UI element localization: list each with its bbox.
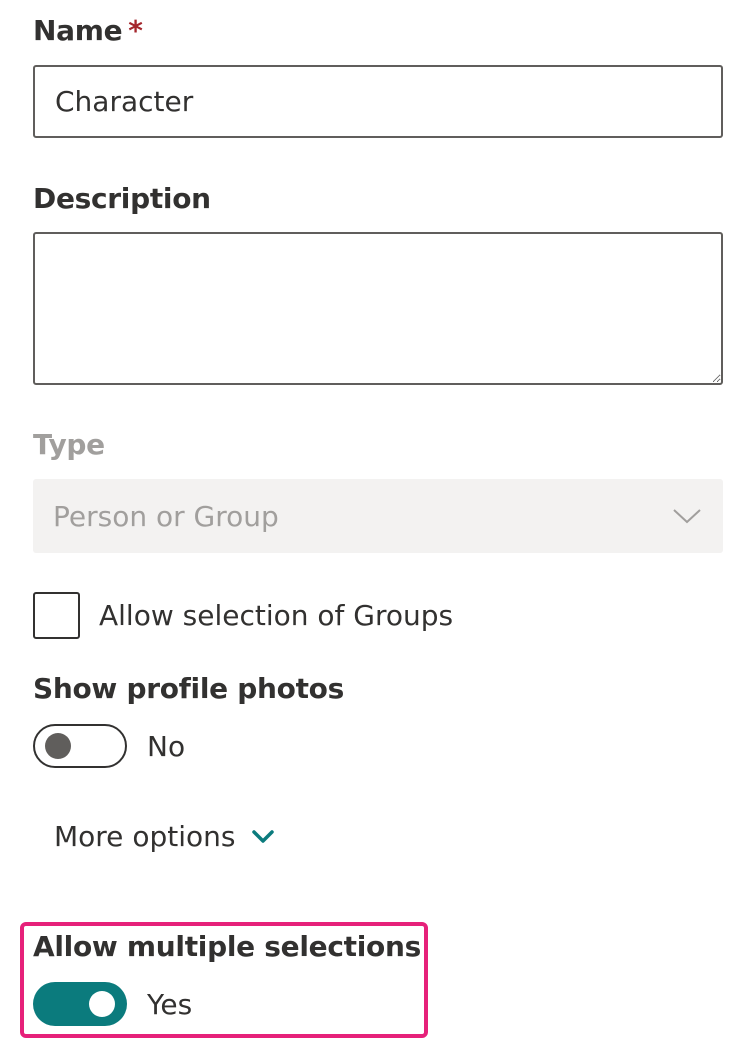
toggle-knob <box>45 733 71 759</box>
type-selected-value: Person or Group <box>53 499 279 533</box>
allow-groups-row: Allow selection of Groups <box>33 592 453 639</box>
name-label: Name * <box>33 14 143 47</box>
allow-groups-label[interactable]: Allow selection of Groups <box>99 599 453 632</box>
more-options-button[interactable]: More options <box>54 820 275 853</box>
show-profile-photos-label: Show profile photos <box>33 672 344 705</box>
name-label-text: Name <box>33 14 123 47</box>
allow-multiple-selections-state: Yes <box>147 987 193 1021</box>
description-label: Description <box>33 182 211 215</box>
allow-multiple-selections-row: Yes <box>33 982 192 1026</box>
name-input[interactable] <box>33 65 723 138</box>
allow-groups-checkbox[interactable] <box>33 592 80 639</box>
allow-multiple-selections-toggle[interactable] <box>33 982 127 1026</box>
allow-multiple-selections-label: Allow multiple selections <box>33 930 421 963</box>
column-settings-panel: Name* Description Type Person or Group A… <box>0 0 750 1042</box>
show-profile-photos-row: No <box>33 724 185 768</box>
chevron-down-icon <box>673 509 701 524</box>
chevron-down-icon <box>252 829 275 843</box>
required-marker: * <box>128 14 143 47</box>
toggle-knob <box>89 991 115 1017</box>
show-profile-photos-toggle[interactable] <box>33 724 127 768</box>
more-options-label: More options <box>54 820 236 853</box>
type-dropdown[interactable]: Person or Group <box>33 479 723 553</box>
show-profile-photos-state: No <box>147 729 186 763</box>
description-textarea[interactable] <box>33 232 723 385</box>
type-label: Type <box>33 428 105 461</box>
